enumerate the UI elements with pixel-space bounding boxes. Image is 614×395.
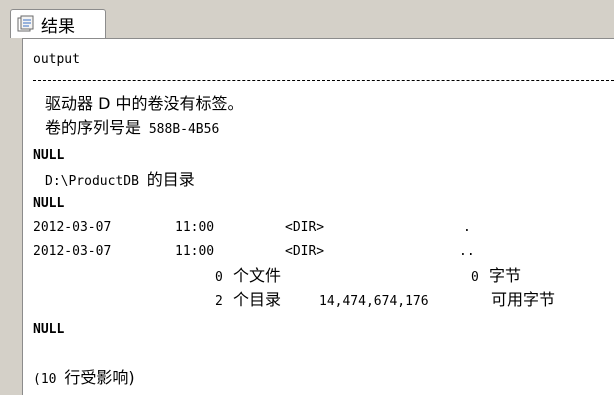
- null-line-2: NULL: [33, 196, 65, 211]
- free-bytes-label: 可用字节: [491, 290, 556, 309]
- null-line-3: NULL: [33, 322, 65, 337]
- free-bytes: 14,474,674,176: [319, 294, 429, 309]
- tab-results[interactable]: 结果: [10, 9, 106, 38]
- dir-suffix: 的目录: [146, 170, 195, 189]
- dir-row-1-type: <DIR>: [285, 220, 325, 235]
- files-bytes: 0: [471, 270, 479, 285]
- volume-label-line: 驱动器 D 中的卷没有标签。: [45, 94, 244, 113]
- results-tabstrip: 结果: [0, 0, 614, 38]
- dir-row-2-time: 11:00: [175, 244, 215, 259]
- dir-row-2-date: 2012-03-07: [33, 244, 112, 259]
- rows-affected-prefix: (10: [33, 372, 57, 387]
- serial-value: 588B-4B56: [148, 122, 220, 137]
- directory-of-line: D:\ProductDB 的目录: [45, 171, 195, 191]
- header-separator: [33, 80, 614, 81]
- dir-row-2-type: <DIR>: [285, 244, 325, 259]
- dir-path: D:\ProductDB: [45, 174, 139, 189]
- column-header-output: output: [33, 52, 80, 67]
- bytes-label: 字节: [489, 266, 522, 285]
- results-grid-icon: [17, 15, 34, 32]
- tab-results-label: 结果: [41, 16, 75, 37]
- results-text-panel[interactable]: output 驱动器 D 中的卷没有标签。 卷的序列号是 588B-4B56 N…: [22, 38, 614, 395]
- dir-row-1-name: .: [463, 220, 471, 235]
- dirs-label: 个目录: [233, 290, 282, 309]
- rows-affected-label: 行受影响): [64, 368, 135, 387]
- files-count: 0: [215, 270, 223, 285]
- serial-number-line: 卷的序列号是 588B-4B56: [45, 119, 219, 139]
- files-label: 个文件: [233, 266, 282, 285]
- dir-row-1-date: 2012-03-07: [33, 220, 112, 235]
- rows-affected-line: (10 行受影响): [33, 369, 135, 389]
- serial-prefix: 卷的序列号是: [45, 118, 142, 137]
- dir-row-1-time: 11:00: [175, 220, 215, 235]
- null-line-1: NULL: [33, 148, 65, 163]
- dir-row-2-name: ..: [459, 244, 475, 259]
- dirs-count: 2: [215, 294, 223, 309]
